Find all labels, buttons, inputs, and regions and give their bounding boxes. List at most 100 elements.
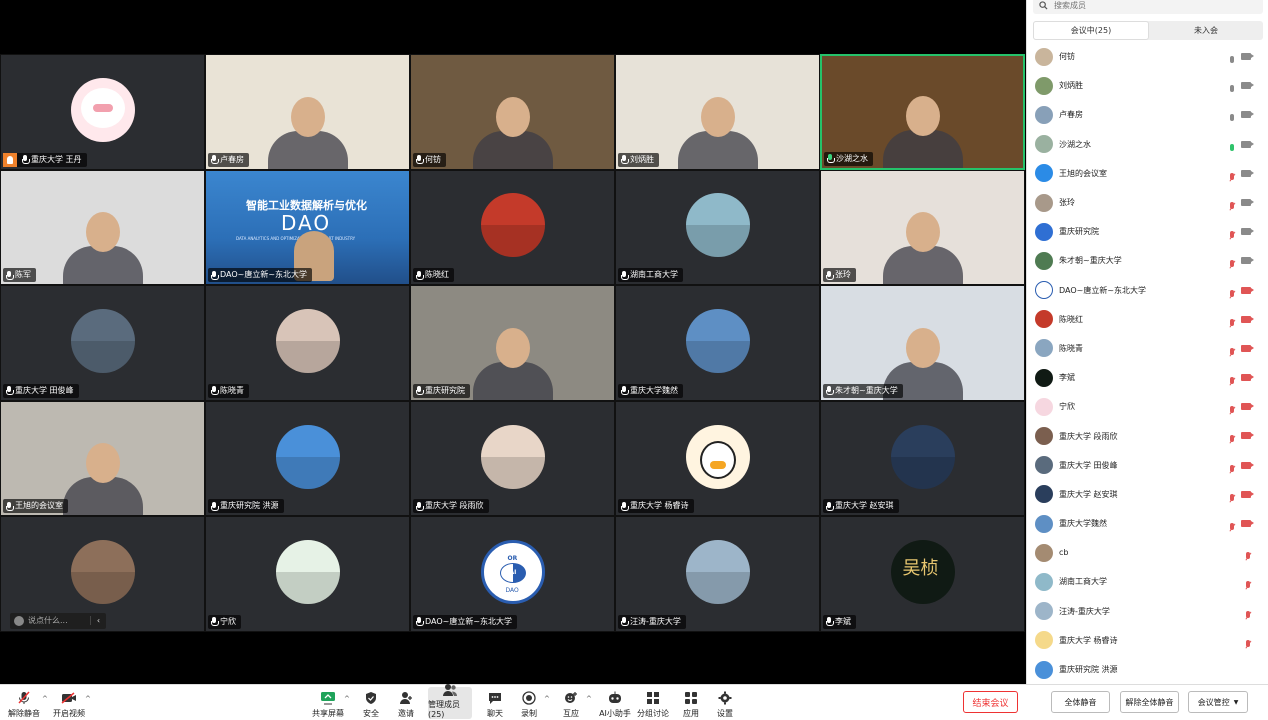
camera-off-icon[interactable] xyxy=(1241,344,1254,352)
member-search-box[interactable] xyxy=(1033,0,1263,14)
camera-icon[interactable] xyxy=(1241,257,1254,265)
video-tile[interactable]: 张玲 xyxy=(820,169,1025,286)
member-list-item[interactable]: 陈晓红 xyxy=(1027,305,1268,334)
camera-off-icon[interactable] xyxy=(1241,374,1254,382)
camera-icon[interactable] xyxy=(1241,198,1254,206)
camera-off-icon[interactable] xyxy=(1241,461,1254,469)
video-tile[interactable]: OR AI DAO DAO~唐立新~东北大学 xyxy=(410,516,615,632)
camera-off-icon[interactable] xyxy=(1241,315,1254,323)
mic-muted-icon[interactable] xyxy=(1229,518,1235,537)
mic-muted-icon[interactable] xyxy=(1245,606,1251,625)
video-tile[interactable]: 王旭的会议室 xyxy=(0,400,205,517)
manage-members-button[interactable]: 管理成员(25) xyxy=(428,684,472,719)
camera-off-icon[interactable] xyxy=(1241,490,1254,498)
video-tile[interactable]: 陈晓红 xyxy=(410,169,615,286)
video-tile[interactable]: 宁欣 xyxy=(205,516,410,632)
mic-muted-icon[interactable] xyxy=(1245,547,1251,566)
share-screen-button[interactable]: 共享屏幕 xyxy=(312,687,344,719)
invite-button[interactable]: 邀请 xyxy=(394,687,418,719)
mic-muted-icon[interactable] xyxy=(1245,635,1251,654)
mic-muted-icon[interactable] xyxy=(1229,401,1235,420)
member-search-input[interactable] xyxy=(1054,0,1234,10)
chevron-up-icon[interactable]: ^ xyxy=(85,695,91,703)
quick-chat-box[interactable]: 说点什么... ‹ xyxy=(10,612,106,629)
video-tile[interactable]: 陈军 xyxy=(0,169,205,286)
meeting-control-button[interactable]: 会议管控 ▼ xyxy=(1188,691,1248,713)
member-list-item[interactable]: 王旭的会议室 xyxy=(1027,159,1268,188)
member-list-item[interactable]: 刘炳胜 xyxy=(1027,71,1268,100)
tab-not-joined[interactable]: 未入会 xyxy=(1149,21,1263,40)
mute-all-button[interactable]: 全体静音 xyxy=(1051,691,1110,713)
member-list-item[interactable]: 重庆大学 杨睿诗 xyxy=(1027,626,1268,655)
camera-icon[interactable] xyxy=(1241,53,1254,60)
member-list-item[interactable]: 重庆大学 田俊峰 xyxy=(1027,451,1268,480)
member-list-item[interactable]: 重庆大学魏然 xyxy=(1027,509,1268,538)
member-list-item[interactable]: 何钫 xyxy=(1027,42,1268,71)
mic-icon[interactable] xyxy=(1229,51,1235,70)
video-tile[interactable]: 何钫 xyxy=(410,54,615,170)
video-tile[interactable]: 重庆研究院 xyxy=(410,285,615,401)
end-meeting-button[interactable]: 结束会议 xyxy=(963,691,1018,713)
mic-muted-icon[interactable] xyxy=(1229,489,1235,508)
mic-muted-icon[interactable] xyxy=(1229,226,1235,245)
member-list-item[interactable]: 朱才朝~重庆大学 xyxy=(1027,246,1268,275)
mic-muted-icon[interactable] xyxy=(1229,285,1235,304)
member-list-item[interactable]: 汪涛-重庆大学 xyxy=(1027,597,1268,626)
mic-muted-icon[interactable] xyxy=(1229,460,1235,479)
video-tile[interactable]: 吴桢 李斌 xyxy=(820,516,1025,632)
breakout-button[interactable]: 分组讨论 xyxy=(636,687,670,719)
camera-icon[interactable] xyxy=(1241,140,1254,148)
video-tile[interactable]: 说点什么... ‹ xyxy=(0,516,205,632)
member-list-item[interactable]: 重庆大学 段雨欣 xyxy=(1027,421,1268,450)
video-tile[interactable]: 智能工业数据解析与优化 DAO DATA ANALYTICS AND OPTIMIZ… xyxy=(205,169,410,286)
chevron-up-icon[interactable]: ^ xyxy=(42,695,48,703)
video-tile[interactable]: 陈晓青 xyxy=(205,285,410,401)
video-tile[interactable]: 重庆大学 王丹 xyxy=(0,54,205,170)
member-list-item[interactable]: 宁欣 xyxy=(1027,392,1268,421)
reactions-button[interactable]: 互应 xyxy=(560,687,582,719)
member-list-item[interactable]: 沙湖之水 xyxy=(1027,130,1268,159)
security-button[interactable]: 安全 xyxy=(360,687,382,719)
video-tile[interactable]: 卢春房 xyxy=(205,54,410,170)
camera-icon[interactable] xyxy=(1241,111,1254,119)
video-tile[interactable]: 汪涛-重庆大学 xyxy=(615,516,820,632)
mic-muted-icon[interactable] xyxy=(1229,197,1235,216)
mic-muted-icon[interactable] xyxy=(1229,314,1235,333)
video-tile[interactable]: 重庆大学 段雨欣 xyxy=(410,400,615,517)
mic-muted-icon[interactable] xyxy=(1229,430,1235,449)
member-list-item[interactable]: 湖南工商大学 xyxy=(1027,567,1268,596)
ai-assistant-button[interactable]: AI小助手 xyxy=(598,687,632,719)
member-list-item[interactable]: 重庆大学 赵安琪 xyxy=(1027,480,1268,509)
chevron-up-icon[interactable]: ^ xyxy=(344,695,350,703)
mic-icon[interactable] xyxy=(1229,139,1235,158)
camera-off-icon[interactable] xyxy=(1241,520,1254,527)
member-list-item[interactable]: 重庆研究院 xyxy=(1027,217,1268,246)
camera-off-icon[interactable] xyxy=(1241,403,1254,411)
record-button[interactable]: 录制 xyxy=(518,687,540,719)
member-list-item[interactable]: 重庆研究院 洪源 xyxy=(1027,655,1268,684)
collapse-arrow-icon[interactable]: ‹ xyxy=(90,616,106,626)
tab-in-meeting[interactable]: 会议中(25) xyxy=(1033,21,1149,40)
camera-icon[interactable] xyxy=(1241,82,1254,90)
mic-muted-icon[interactable] xyxy=(1229,372,1235,391)
member-list-item[interactable]: 卢春房 xyxy=(1027,100,1268,129)
chevron-up-icon[interactable]: ^ xyxy=(544,695,550,703)
video-tile[interactable]: 重庆大学 杨睿诗 xyxy=(615,400,820,517)
mic-icon[interactable] xyxy=(1229,109,1235,128)
member-list-item[interactable]: 张玲 xyxy=(1027,188,1268,217)
unmute-button[interactable]: 解除静音 xyxy=(8,687,40,719)
mic-muted-icon[interactable] xyxy=(1229,343,1235,362)
chat-button[interactable]: 聊天 xyxy=(484,687,506,719)
camera-icon[interactable] xyxy=(1241,169,1254,177)
chevron-up-icon[interactable]: ^ xyxy=(586,695,592,703)
start-video-button[interactable]: 开启视频 xyxy=(52,687,86,719)
camera-off-icon[interactable] xyxy=(1241,286,1254,294)
unmute-all-button[interactable]: 解除全体静音 xyxy=(1120,691,1179,713)
member-list-item[interactable]: 李斌 xyxy=(1027,363,1268,392)
video-tile[interactable]: 沙湖之水 xyxy=(820,54,1025,170)
video-tile[interactable]: 重庆研究院 洪源 xyxy=(205,400,410,517)
mic-muted-icon[interactable] xyxy=(1245,576,1251,595)
mic-muted-icon[interactable] xyxy=(1229,168,1235,187)
member-list-item[interactable]: 陈晓青 xyxy=(1027,334,1268,363)
video-tile[interactable]: 湖南工商大学 xyxy=(615,169,820,286)
